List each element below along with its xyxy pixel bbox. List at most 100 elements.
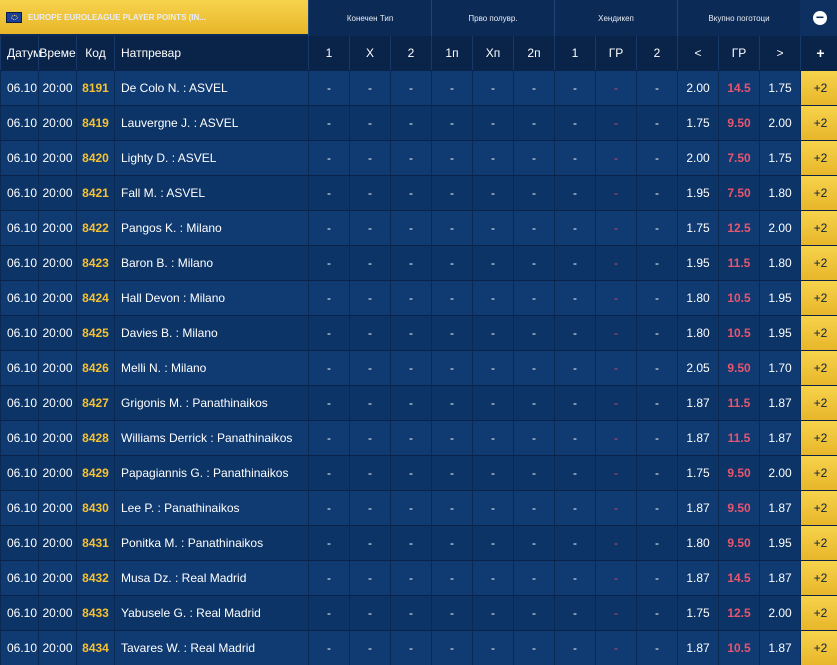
- odd-hc-2[interactable]: -: [636, 106, 677, 140]
- odd-total-under[interactable]: 1.87: [677, 491, 718, 525]
- odd-total-over[interactable]: 1.87: [759, 491, 800, 525]
- more-markets-button[interactable]: +2: [800, 561, 837, 595]
- odd-h-1[interactable]: -: [431, 631, 472, 665]
- odd-total-over[interactable]: 2.00: [759, 211, 800, 245]
- odd-h-1[interactable]: -: [431, 526, 472, 560]
- odd-total-under[interactable]: 2.05: [677, 351, 718, 385]
- match-name[interactable]: Musa Dz. : Real Madrid: [114, 561, 308, 595]
- odd-hc-2[interactable]: -: [636, 631, 677, 665]
- odd-h-x[interactable]: -: [472, 281, 513, 315]
- odd-ft-2[interactable]: -: [390, 176, 431, 210]
- odd-h-x[interactable]: -: [472, 351, 513, 385]
- odd-total-under[interactable]: 1.80: [677, 281, 718, 315]
- odd-hc-1[interactable]: -: [554, 281, 595, 315]
- odd-ft-x[interactable]: -: [349, 71, 390, 105]
- match-name[interactable]: Ponitka M. : Panathinaikos: [114, 526, 308, 560]
- more-markets-button[interactable]: +2: [800, 596, 837, 630]
- odd-h-2[interactable]: -: [513, 386, 554, 420]
- odd-total-over[interactable]: 1.75: [759, 71, 800, 105]
- col-match[interactable]: Натпревар: [114, 36, 308, 70]
- odd-hc-2[interactable]: -: [636, 211, 677, 245]
- odd-ft-1[interactable]: -: [308, 106, 349, 140]
- odd-h-2[interactable]: -: [513, 281, 554, 315]
- col-time[interactable]: Време: [38, 36, 76, 70]
- odd-ft-1[interactable]: -: [308, 176, 349, 210]
- odd-hc-2[interactable]: -: [636, 491, 677, 525]
- odd-hc-1[interactable]: -: [554, 386, 595, 420]
- odd-total-over[interactable]: 1.75: [759, 141, 800, 175]
- odd-h-x[interactable]: -: [472, 596, 513, 630]
- odd-h-1[interactable]: -: [431, 596, 472, 630]
- collapse-minus-icon[interactable]: −: [813, 10, 827, 25]
- odd-ft-x[interactable]: -: [349, 176, 390, 210]
- odd-hc-2[interactable]: -: [636, 246, 677, 280]
- odd-hc-2[interactable]: -: [636, 596, 677, 630]
- odd-total-over[interactable]: 1.80: [759, 246, 800, 280]
- match-name[interactable]: Baron B. : Milano: [114, 246, 308, 280]
- more-markets-button[interactable]: +2: [800, 351, 837, 385]
- odd-total-over[interactable]: 2.00: [759, 596, 800, 630]
- more-markets-button[interactable]: +2: [800, 141, 837, 175]
- odd-ft-x[interactable]: -: [349, 246, 390, 280]
- match-name[interactable]: Papagiannis G. : Panathinaikos: [114, 456, 308, 490]
- match-name[interactable]: Melli N. : Milano: [114, 351, 308, 385]
- odd-ft-1[interactable]: -: [308, 386, 349, 420]
- odd-total-under[interactable]: 1.87: [677, 421, 718, 455]
- odd-ft-1[interactable]: -: [308, 211, 349, 245]
- odd-ft-1[interactable]: -: [308, 526, 349, 560]
- odd-ft-x[interactable]: -: [349, 491, 390, 525]
- odd-total-over[interactable]: 1.95: [759, 526, 800, 560]
- odd-h-x[interactable]: -: [472, 176, 513, 210]
- col-date[interactable]: Датум: [0, 36, 41, 70]
- more-markets-button[interactable]: +2: [800, 106, 837, 140]
- more-markets-button[interactable]: +2: [800, 526, 837, 560]
- odd-h-x[interactable]: -: [472, 246, 513, 280]
- odd-hc-1[interactable]: -: [554, 596, 595, 630]
- odd-hc-2[interactable]: -: [636, 386, 677, 420]
- odd-total-under[interactable]: 1.95: [677, 176, 718, 210]
- odd-total-over[interactable]: 1.87: [759, 631, 800, 665]
- odd-h-1[interactable]: -: [431, 316, 472, 350]
- odd-ft-x[interactable]: -: [349, 596, 390, 630]
- odd-hc-2[interactable]: -: [636, 316, 677, 350]
- odd-total-under[interactable]: 1.87: [677, 631, 718, 665]
- odd-hc-2[interactable]: -: [636, 141, 677, 175]
- odd-hc-2[interactable]: -: [636, 176, 677, 210]
- odd-h-1[interactable]: -: [431, 281, 472, 315]
- odd-total-under[interactable]: 1.75: [677, 596, 718, 630]
- odd-h-1[interactable]: -: [431, 351, 472, 385]
- odd-h-x[interactable]: -: [472, 491, 513, 525]
- league-title[interactable]: EUROPE EUROLEAGUE PLAYER POINTS (IN...: [0, 0, 308, 36]
- odd-h-x[interactable]: -: [472, 211, 513, 245]
- odd-hc-1[interactable]: -: [554, 351, 595, 385]
- odd-ft-1[interactable]: -: [308, 631, 349, 665]
- odd-h-2[interactable]: -: [513, 141, 554, 175]
- match-name[interactable]: Lee P. : Panathinaikos: [114, 491, 308, 525]
- odd-ft-1[interactable]: -: [308, 71, 349, 105]
- odd-hc-1[interactable]: -: [554, 106, 595, 140]
- odd-h-x[interactable]: -: [472, 456, 513, 490]
- more-markets-button[interactable]: +2: [800, 491, 837, 525]
- odd-h-x[interactable]: -: [472, 631, 513, 665]
- odd-hc-1[interactable]: -: [554, 316, 595, 350]
- odd-h-x[interactable]: -: [472, 141, 513, 175]
- odd-h-1[interactable]: -: [431, 491, 472, 525]
- odd-ft-2[interactable]: -: [390, 596, 431, 630]
- match-name[interactable]: Davies B. : Milano: [114, 316, 308, 350]
- odd-h-1[interactable]: -: [431, 456, 472, 490]
- odd-ft-2[interactable]: -: [390, 351, 431, 385]
- odd-total-under[interactable]: 1.87: [677, 561, 718, 595]
- odd-hc-1[interactable]: -: [554, 246, 595, 280]
- more-markets-button[interactable]: +2: [800, 456, 837, 490]
- odd-h-x[interactable]: -: [472, 386, 513, 420]
- odd-h-2[interactable]: -: [513, 491, 554, 525]
- odd-h-1[interactable]: -: [431, 386, 472, 420]
- more-markets-button[interactable]: +2: [800, 176, 837, 210]
- odd-hc-1[interactable]: -: [554, 71, 595, 105]
- odd-ft-2[interactable]: -: [390, 246, 431, 280]
- odd-total-under[interactable]: 1.95: [677, 246, 718, 280]
- odd-hc-1[interactable]: -: [554, 456, 595, 490]
- more-markets-button[interactable]: +2: [800, 421, 837, 455]
- odd-h-2[interactable]: -: [513, 351, 554, 385]
- odd-total-under[interactable]: 1.75: [677, 106, 718, 140]
